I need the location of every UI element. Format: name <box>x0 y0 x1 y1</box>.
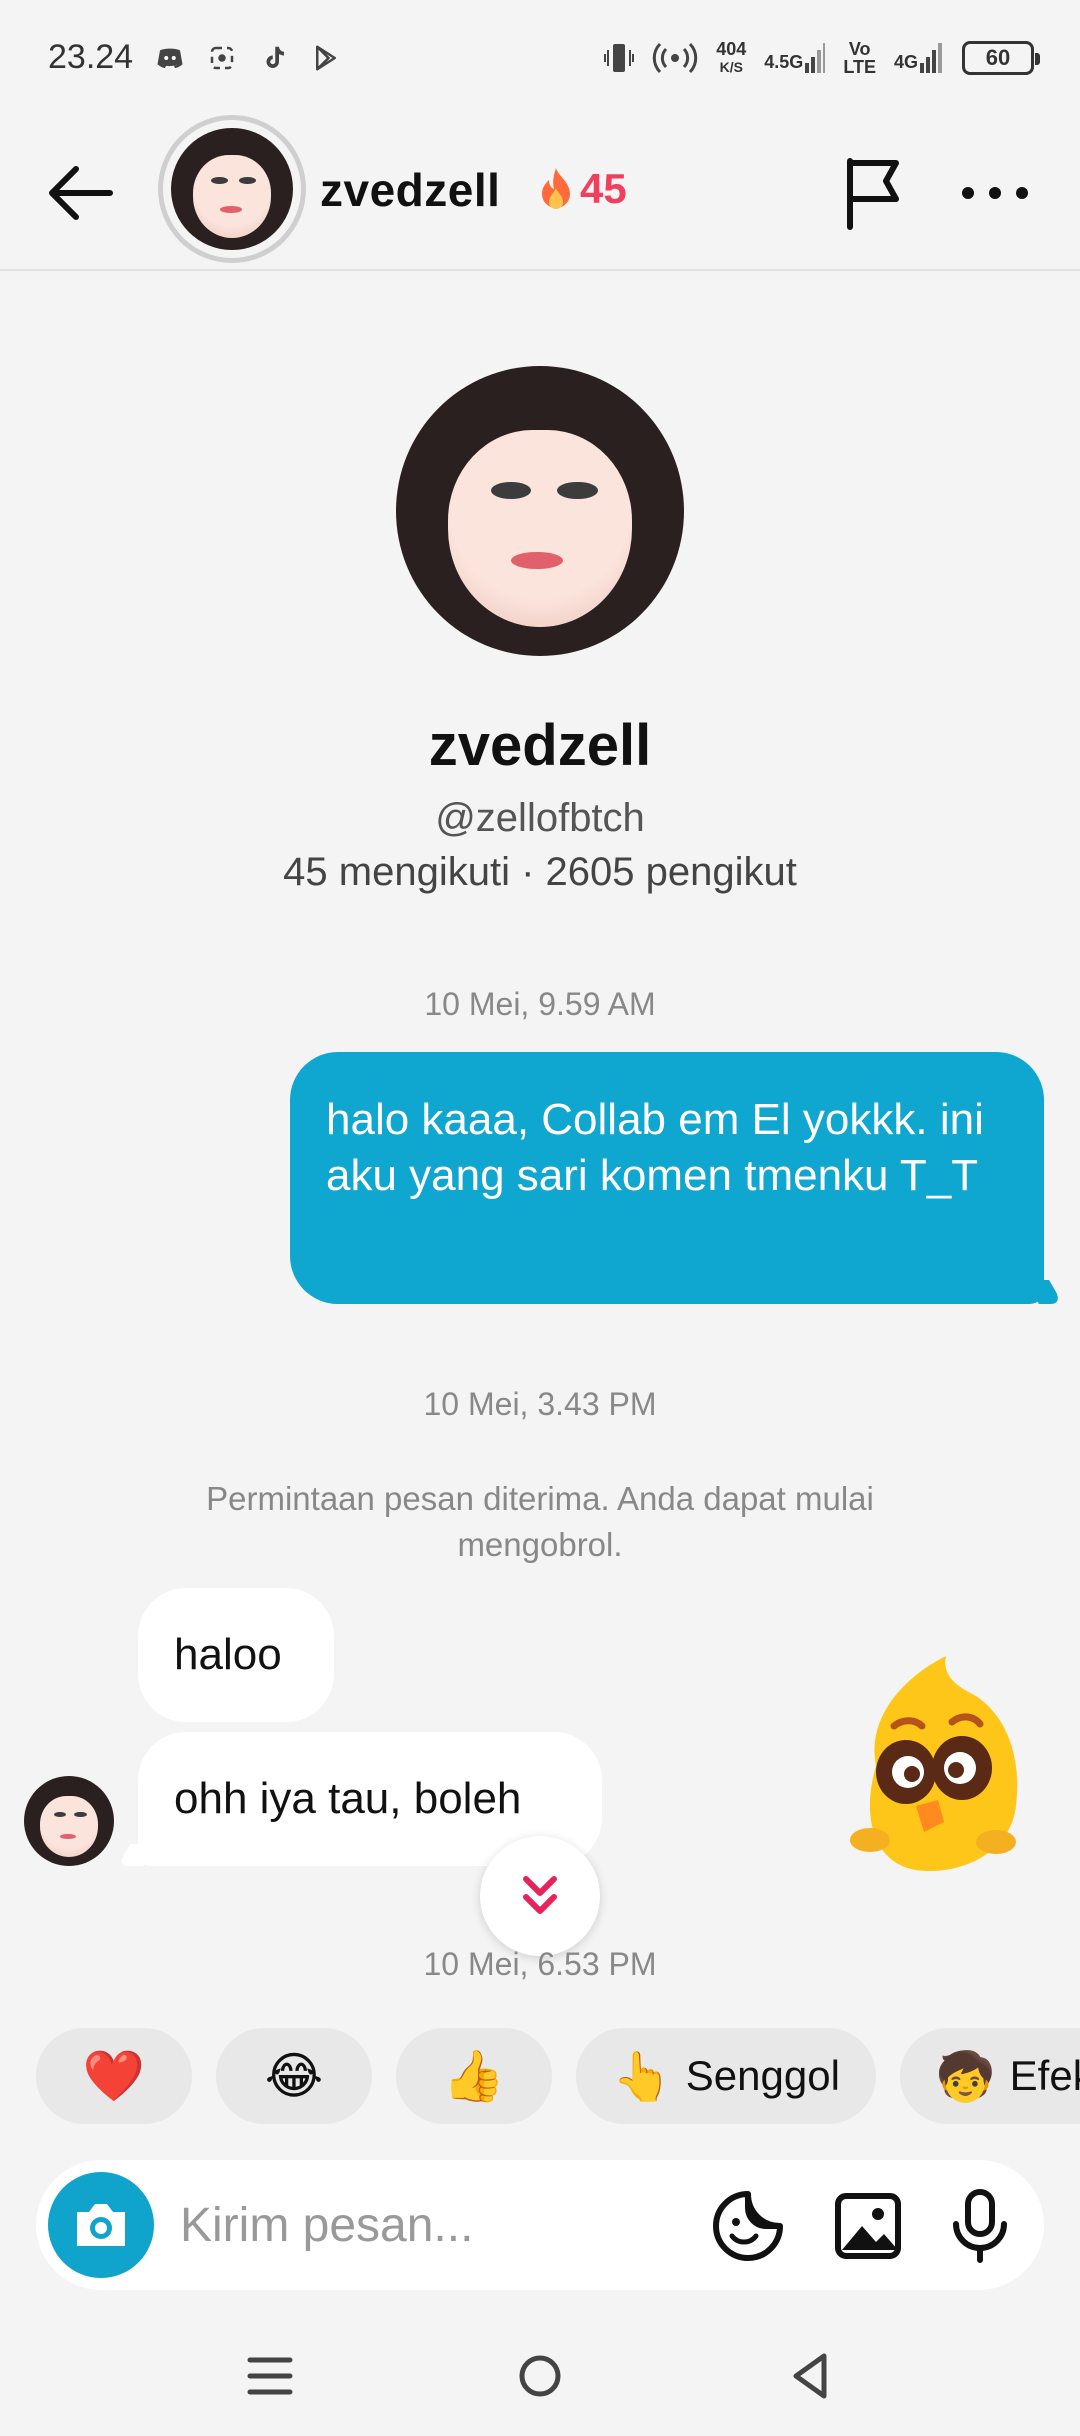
quick-reply-row: ❤️ 😂 👍 👆 Senggol 🧒 Efek <box>36 2028 1080 2124</box>
avatar-image <box>24 1776 114 1866</box>
profile-avatar[interactable] <box>396 366 684 656</box>
fire-icon <box>542 168 570 209</box>
face-filter-icon: 🧒 <box>935 2050 996 2104</box>
battery-level: 60 <box>985 44 1011 70</box>
signal-2-label: 4G <box>893 51 918 72</box>
back-arrow-icon[interactable] <box>44 161 116 225</box>
camera-button[interactable] <box>48 2172 154 2278</box>
message-input[interactable] <box>180 2190 680 2260</box>
profile-stats: 45 mengikuti · 2605 pengikut <box>283 850 797 894</box>
timestamp: 10 Mei, 9.59 AM <box>424 986 656 1022</box>
net-speed: 404 K/S <box>716 40 746 76</box>
incoming-message[interactable]: haloo <box>138 1588 334 1722</box>
signal-bars-icon <box>920 42 942 73</box>
signal-1: 4.5G <box>764 42 826 73</box>
bubble-tail <box>117 1844 157 1866</box>
net-speed-value: 404 <box>716 38 747 59</box>
quick-reply-laugh[interactable]: 😂 <box>216 2028 372 2124</box>
status-right: 404 K/S 4.5G Vo LTE 4G 60 <box>604 40 1040 76</box>
camera-icon <box>77 2204 125 2246</box>
message-text: ohh iya tau, boleh <box>174 1774 522 1823</box>
profile-handle: @zellofbtch <box>435 796 645 840</box>
report-flag-icon[interactable] <box>840 155 910 231</box>
status-left: 23.24 <box>48 38 341 77</box>
sender-avatar[interactable] <box>24 1776 114 1866</box>
outgoing-message[interactable]: halo kaaa, Collab em El yokkk. ini aku y… <box>290 1052 1063 1304</box>
volte-indicator: Vo LTE <box>843 40 876 76</box>
microphone-icon[interactable] <box>942 2188 1018 2264</box>
quick-reply-heart[interactable]: ❤️ <box>36 2028 192 2124</box>
discord-icon <box>157 48 183 68</box>
chip-label: Senggol <box>685 2052 840 2099</box>
vibrate-icon <box>604 43 635 72</box>
streak-count: 45 <box>580 165 627 212</box>
chick-sticker-icon[interactable] <box>846 1656 1024 1876</box>
hotspot-icon <box>653 42 698 73</box>
play-store-icon <box>316 45 337 70</box>
scroll-to-bottom-button[interactable] <box>480 1836 600 1956</box>
streak-badge: 45 <box>536 165 627 213</box>
back-triangle-icon[interactable] <box>780 2346 840 2406</box>
recent-apps-icon[interactable] <box>240 2346 300 2406</box>
screenshot-icon <box>210 46 234 69</box>
message-text: halo kaaa, Collab em El yokkk. ini aku y… <box>326 1095 984 1200</box>
header-username[interactable]: zvedzell <box>320 163 500 217</box>
pointing-up-icon: 👆 <box>612 2050 672 2104</box>
avatar-image <box>171 128 293 250</box>
net-speed-unit: K/S <box>719 58 743 75</box>
thumbs-up-icon: 👍 <box>442 2047 506 2104</box>
timestamp: 10 Mei, 6.53 PM <box>423 1946 657 1982</box>
status-time: 23.24 <box>48 38 134 76</box>
gallery-icon[interactable] <box>830 2188 906 2264</box>
system-notice: Permintaan pesan diterima. Anda dapat mu… <box>206 1480 874 1563</box>
signal-bars-icon <box>805 42 826 73</box>
chat-header: zvedzell 45 <box>0 115 1080 271</box>
home-icon[interactable] <box>510 2346 570 2406</box>
tiktok-icon <box>266 46 285 68</box>
volte-top: Vo <box>848 38 871 59</box>
heart-icon: ❤️ <box>82 2047 146 2104</box>
profile-display-name: zvedzell <box>428 713 652 778</box>
status-bar: 23.24 404 K/S 4.5G Vo LTE 4G 60 <box>0 0 1080 115</box>
message-composer <box>36 2160 1044 2290</box>
signal-2: 4G <box>893 42 944 73</box>
double-chevron-down-icon <box>523 1876 557 1914</box>
bubble-tail <box>1025 1280 1063 1304</box>
chip-label: Efek <box>1009 2052 1080 2099</box>
quick-reply-efek[interactable]: 🧒 Efek <box>899 2028 1080 2124</box>
signal-1-label: 4.5G <box>764 51 804 72</box>
battery-icon: 60 <box>962 40 1040 75</box>
timestamp: 10 Mei, 3.43 PM <box>423 1386 657 1422</box>
avatar-image <box>396 366 684 656</box>
message-text: haloo <box>174 1630 282 1679</box>
laughing-face-icon: 😂 <box>264 2048 324 2104</box>
quick-reply-thumbs-up[interactable]: 👍 <box>396 2028 552 2124</box>
system-nav-bar <box>0 2320 1080 2436</box>
quick-reply-senggol[interactable]: 👆 Senggol <box>576 2028 876 2124</box>
more-options-icon[interactable] <box>958 165 1032 221</box>
sticker-icon[interactable] <box>710 2188 786 2264</box>
header-avatar[interactable] <box>158 115 306 263</box>
volte-bottom: LTE <box>843 56 876 77</box>
